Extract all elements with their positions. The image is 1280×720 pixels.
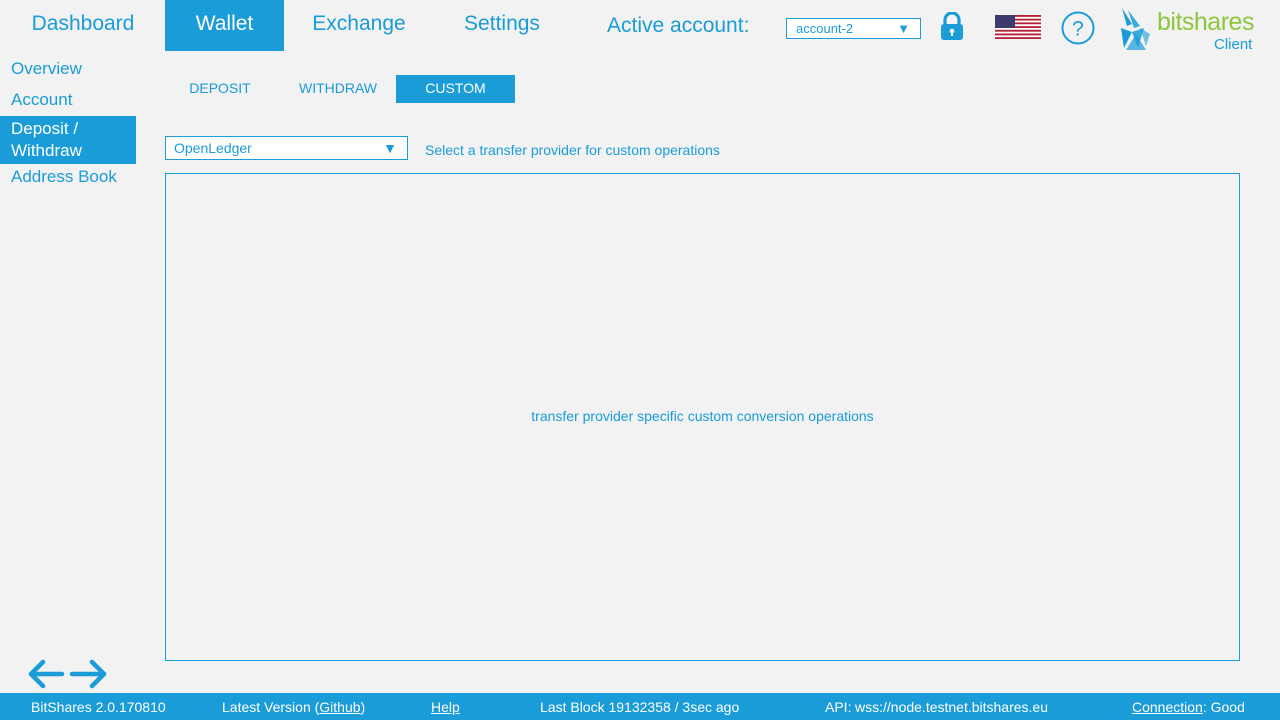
sidebar-item-account[interactable]: Account bbox=[0, 85, 136, 116]
chevron-down-icon: ▼ bbox=[383, 140, 397, 156]
tab-custom[interactable]: CUSTOM bbox=[396, 75, 515, 103]
sidebar: Overview Account Deposit / Withdraw Addr… bbox=[0, 56, 136, 190]
nav-tab-settings[interactable]: Settings bbox=[436, 0, 568, 51]
github-link[interactable]: Github bbox=[319, 699, 360, 715]
api-label: API: bbox=[825, 699, 852, 715]
panel-placeholder-text: transfer provider specific custom conver… bbox=[531, 408, 874, 424]
svg-text:?: ? bbox=[1072, 18, 1084, 41]
account-select[interactable]: account-2 ▼ bbox=[786, 18, 921, 39]
logo-sub: Client bbox=[1214, 36, 1253, 53]
provider-select[interactable]: OpenLedger ▼ bbox=[165, 136, 408, 160]
sidebar-item-address-book[interactable]: Address Book bbox=[0, 164, 136, 190]
connection-link[interactable]: Connection bbox=[1132, 699, 1203, 715]
history-nav bbox=[28, 659, 107, 689]
nav-tab-dashboard[interactable]: Dashboard bbox=[0, 0, 166, 51]
forward-arrow-icon[interactable] bbox=[69, 659, 107, 689]
top-nav: Dashboard Wallet Exchange Settings Activ… bbox=[0, 0, 1280, 53]
sidebar-item-deposit-withdraw[interactable]: Deposit / Withdraw bbox=[0, 116, 136, 164]
connection-value: : Good bbox=[1202, 699, 1245, 715]
help-icon[interactable]: ? bbox=[1061, 11, 1095, 45]
last-block-text: Last Block 19132358 / 3sec ago bbox=[540, 699, 740, 715]
latest-version-prefix: Latest Version ( bbox=[222, 699, 320, 715]
latest-version-suffix: ) bbox=[360, 699, 366, 715]
tab-withdraw[interactable]: WITHDRAW bbox=[283, 75, 393, 103]
connection-status: Connection: Good bbox=[1132, 699, 1245, 715]
help-link[interactable]: Help bbox=[431, 699, 460, 715]
version-text: BitShares 2.0.170810 bbox=[31, 699, 166, 715]
back-arrow-icon[interactable] bbox=[28, 659, 65, 689]
chevron-down-icon: ▼ bbox=[897, 21, 910, 36]
nav-tab-exchange[interactable]: Exchange bbox=[292, 0, 426, 51]
provider-select-value: OpenLedger bbox=[174, 140, 252, 156]
lock-icon[interactable] bbox=[939, 12, 965, 42]
logo-name: bitshares bbox=[1157, 8, 1254, 36]
latest-version: Latest Version (Github) bbox=[222, 699, 365, 715]
active-account-label: Active account: bbox=[607, 14, 750, 37]
account-select-value: account-2 bbox=[796, 21, 854, 36]
us-flag-icon[interactable] bbox=[995, 15, 1041, 39]
provider-hint: Select a transfer provider for custom op… bbox=[425, 142, 720, 158]
tab-deposit[interactable]: DEPOSIT bbox=[165, 75, 275, 103]
nav-tab-wallet[interactable]: Wallet bbox=[165, 0, 284, 51]
sidebar-item-overview[interactable]: Overview bbox=[0, 56, 136, 85]
api-endpoint: wss://node.testnet.bitshares.eu bbox=[855, 699, 1048, 715]
footer-status-bar: BitShares 2.0.170810 Latest Version (Git… bbox=[0, 693, 1280, 720]
custom-operations-panel: transfer provider specific custom conver… bbox=[165, 173, 1240, 661]
